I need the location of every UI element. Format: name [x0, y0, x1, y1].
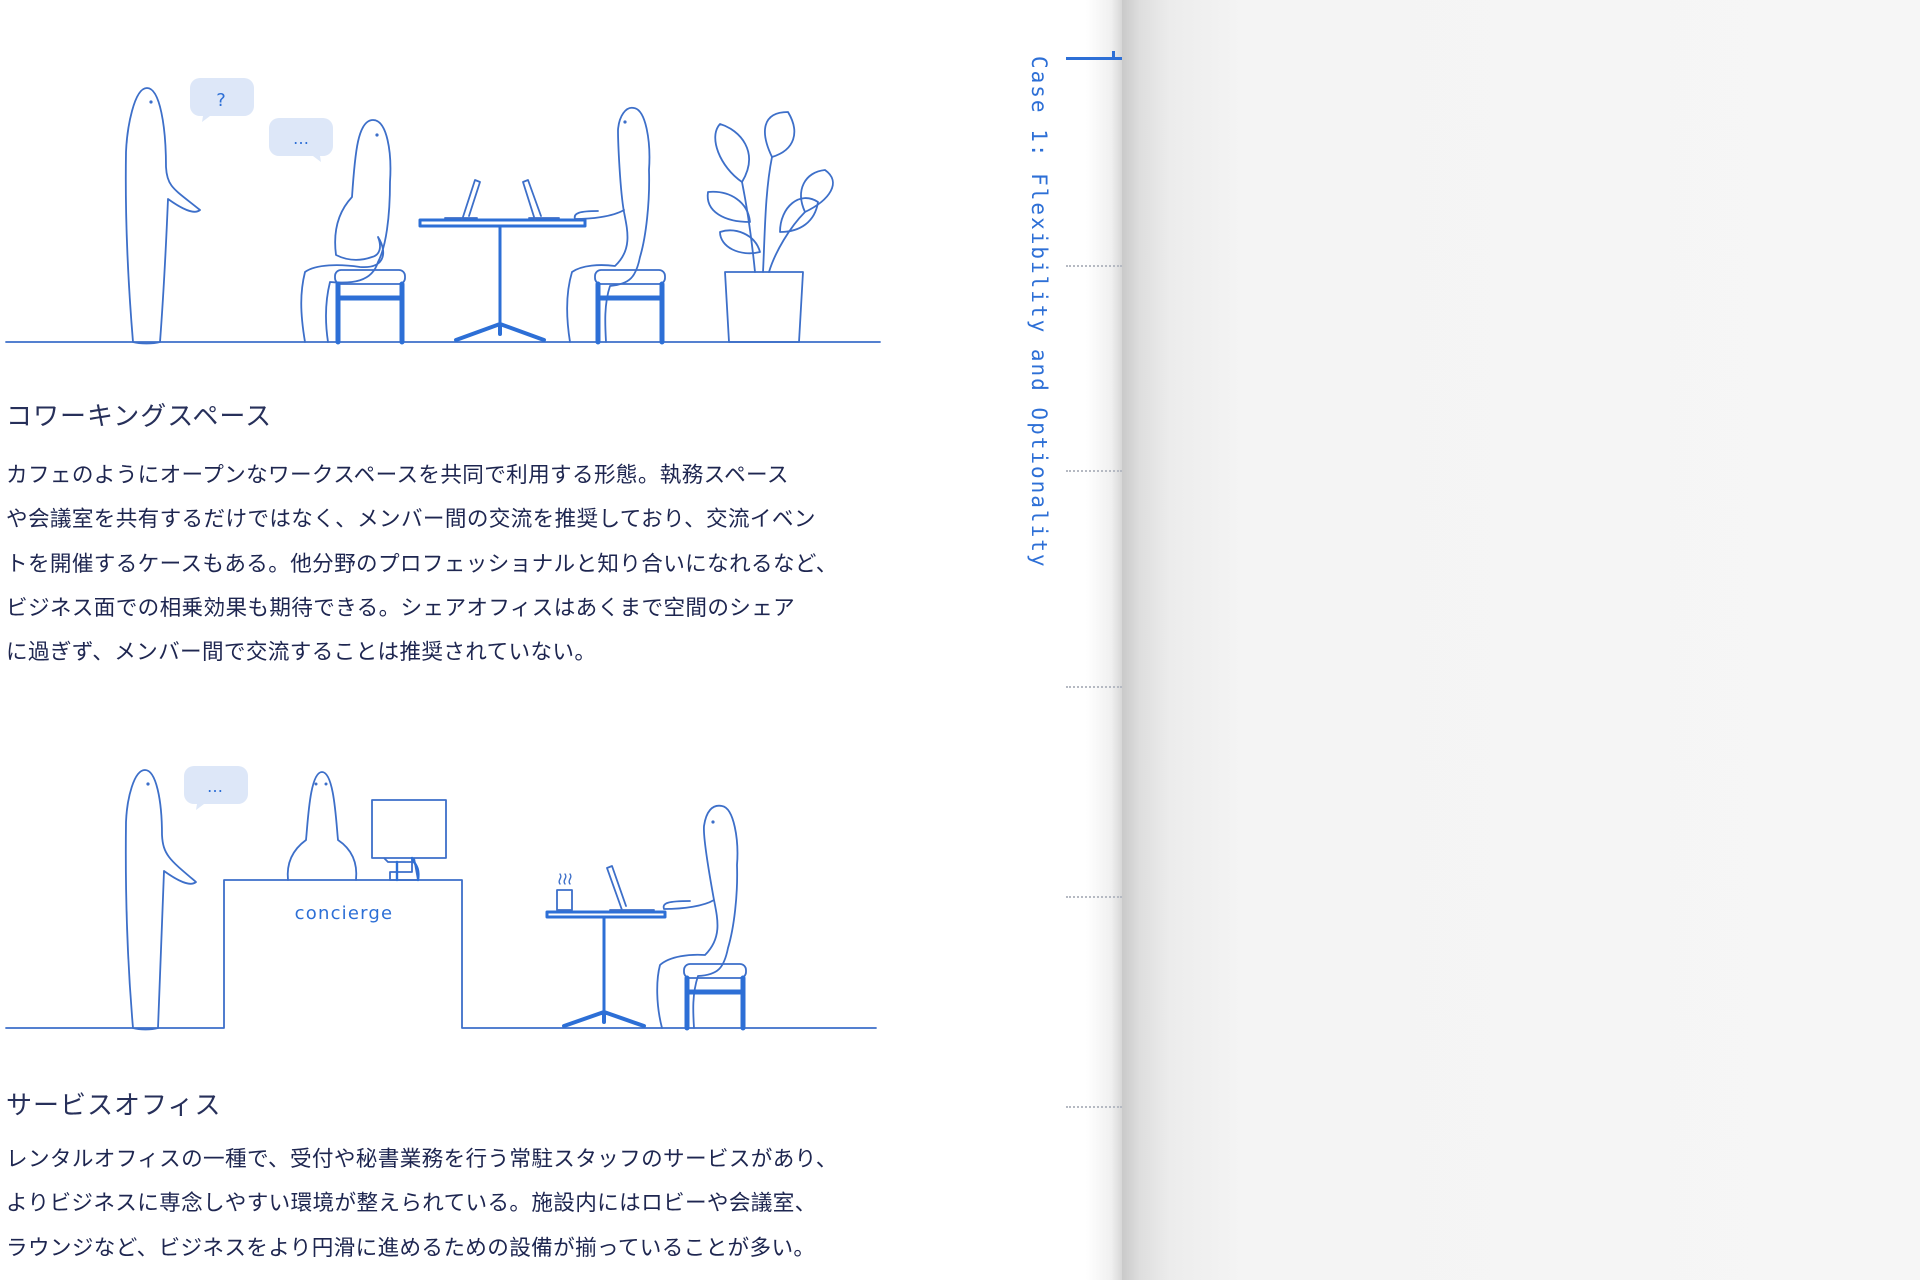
seated-worker — [656, 804, 739, 1029]
plant-pot — [724, 271, 804, 343]
plant-leaf-6 — [719, 229, 761, 255]
coworking-illustration: ? … — [5, 78, 881, 345]
question-bubble: ? — [190, 78, 254, 122]
monitor — [371, 799, 447, 881]
paragraph-line: カフェのようにオープンなワークスペースを共同で利用する形態。執務スペース — [6, 463, 789, 488]
coffee-steam — [558, 873, 572, 885]
plant-leaf-4 — [706, 190, 751, 223]
table-base — [454, 322, 546, 342]
standing-person — [124, 87, 201, 345]
stool-left-legs — [335, 281, 405, 345]
gutter-shadow — [1086, 0, 1122, 1280]
coffee-cup — [556, 889, 573, 911]
laptop — [606, 865, 655, 911]
service-office-illustration: … concierge — [5, 766, 877, 1031]
paragraph-line: ラウンジなど、ビジネスをより円滑に進めるための設備が揃っていることが多い。 — [6, 1235, 816, 1261]
laptop-right — [522, 179, 560, 221]
index-tab-mark — [1066, 265, 1122, 267]
right-blank-page — [1122, 0, 1920, 1280]
laptop-left — [444, 179, 481, 221]
index-tab-mark — [1066, 1106, 1122, 1108]
paragraph-line: ビジネス面での相乗効果も期待できる。シェアオフィスはあくまで空間のシェア — [6, 595, 796, 621]
ellipsis-bubble: … — [269, 118, 333, 162]
coworking-heading: コワーキングスペース — [6, 402, 273, 432]
question-mark: ? — [216, 90, 226, 111]
service-office-paragraph: レンタルオフィスの一種で、受付や秘書業務を行う常駐スタッフのサービスがあり、 よ… — [6, 1138, 886, 1271]
index-tab-mark — [1066, 686, 1122, 688]
coworking-paragraph: カフェのようにオープンなワークスペースを共同で利用する形態。執務スペース や会議… — [6, 454, 886, 675]
plant-leaf-5 — [779, 197, 819, 233]
service-office-heading: サービスオフィス — [6, 1091, 222, 1121]
concierge-person — [286, 771, 358, 881]
plant-leaf-2 — [764, 111, 796, 158]
table-top — [418, 218, 587, 228]
book-spread: ? … コワーキングスペース カフェのようにオープンなワークスペースを共同で利用… — [0, 0, 1920, 1280]
standing-guest — [124, 769, 197, 1031]
plant-leaf-1 — [714, 123, 750, 183]
cafe-table-base — [562, 1010, 646, 1028]
worker-stool-seat — [683, 963, 747, 979]
plant-stems — [741, 156, 806, 273]
paragraph-line: や会議室を共有するだけではなく、メンバー間の交流を推奨しており、交流イベン — [6, 507, 816, 533]
ellipsis-bubble: … — [184, 766, 248, 810]
index-tab-mark — [1066, 470, 1122, 472]
desk-label: concierge — [295, 903, 394, 924]
ellipsis-text: … — [207, 777, 223, 796]
stool-right-seat — [594, 269, 666, 285]
paragraph-line: よりビジネスに専念しやすい環境が整えられている。施設内にはロビーや会議室、 — [6, 1191, 817, 1217]
running-head: Case 1: Flexibility and Optionality — [1027, 56, 1051, 569]
index-tab-mark — [1066, 896, 1122, 898]
paragraph-line: レンタルオフィスの一種で、受付や秘書業務を行う常駐スタッフのサービスがあり、 — [6, 1147, 838, 1172]
index-tab-active-tick — [1112, 51, 1115, 60]
ellipsis-text: … — [293, 129, 309, 148]
paragraph-line: に過ぎず、メンバー間で交流することは推奨されていない。 — [6, 640, 597, 666]
paragraph-line: トを開催するケースもある。他分野のプロフェッショナルと知り合いになれるなど、 — [6, 551, 838, 577]
cafe-table-top — [545, 910, 667, 919]
